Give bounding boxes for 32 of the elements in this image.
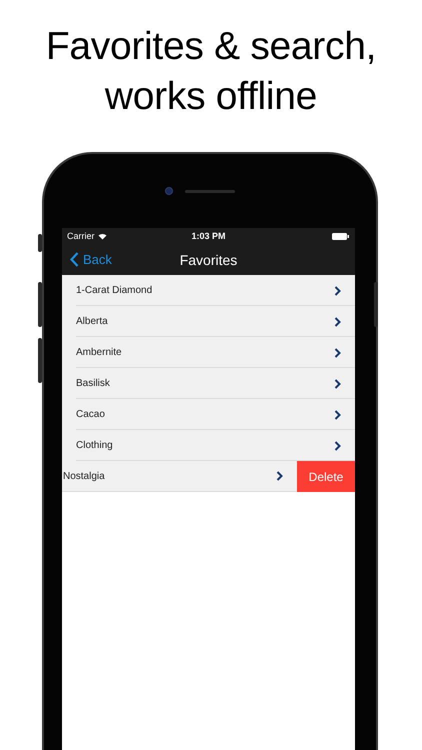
chevron-right-icon [334,440,341,450]
camera-icon [164,187,172,195]
carrier-label: Carrier [67,230,95,243]
wifi-icon [98,233,107,240]
back-button[interactable]: Back [70,250,112,270]
delete-button[interactable]: Delete [297,461,355,492]
status-time: 1:03 PM [192,230,226,243]
list-row[interactable]: Basilisk [62,368,355,399]
row-label: Basilisk [76,377,111,391]
battery-icon [332,233,349,240]
headline: Favorites & search, [44,24,378,70]
chevron-right-icon [334,378,341,388]
row-label: 1-Carat Diamond [76,284,154,298]
chevron-right-icon [334,286,341,296]
list-row[interactable]: Alberta [62,306,355,337]
chevron-right-icon [334,316,341,326]
list-row[interactable]: 1-Carat Diamond [62,275,355,306]
list-row[interactable]: Ambernite [62,337,355,368]
chevron-right-icon [276,471,283,481]
chevron-right-icon [334,348,341,358]
chevron-right-icon [334,410,341,420]
speaker-grille [184,190,234,192]
screen-title: Favorites [180,250,238,270]
row-label: Ambernite [76,346,123,360]
list-row[interactable]: Clothing [62,430,355,461]
headline: works offline [104,74,318,120]
chevron-left-icon [70,252,79,268]
list-row[interactable]: Cacao [62,399,355,430]
row-label: Nostalgia [62,470,106,484]
row-label: Clothing [76,439,114,453]
row-label: Alberta [76,315,109,329]
row-label: Cacao [76,408,106,422]
